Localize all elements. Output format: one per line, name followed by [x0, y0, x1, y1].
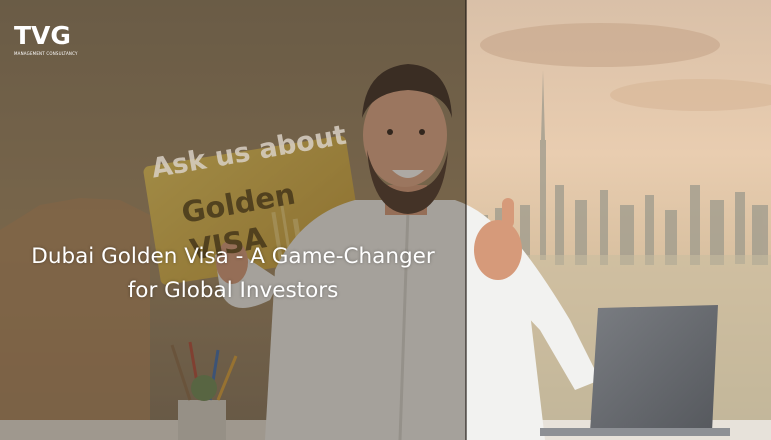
headline: Dubai Golden Visa - A Game-Changer for G…	[0, 240, 466, 308]
logo-tagline: MANAGEMENT CONSULTANCY	[14, 51, 78, 56]
left-dim-overlay	[0, 0, 466, 440]
headline-line-1: Dubai Golden Visa - A Game-Changer	[31, 244, 435, 269]
brand-logo[interactable]: TVG MANAGEMENT CONSULTANCY	[14, 22, 84, 62]
split-divider	[465, 0, 467, 440]
banner: Ask us about Golden VISA TVG MANAGEMENT …	[0, 0, 771, 440]
logo-wordmark: TVG	[14, 21, 71, 50]
headline-line-2: for Global Investors	[127, 278, 339, 303]
